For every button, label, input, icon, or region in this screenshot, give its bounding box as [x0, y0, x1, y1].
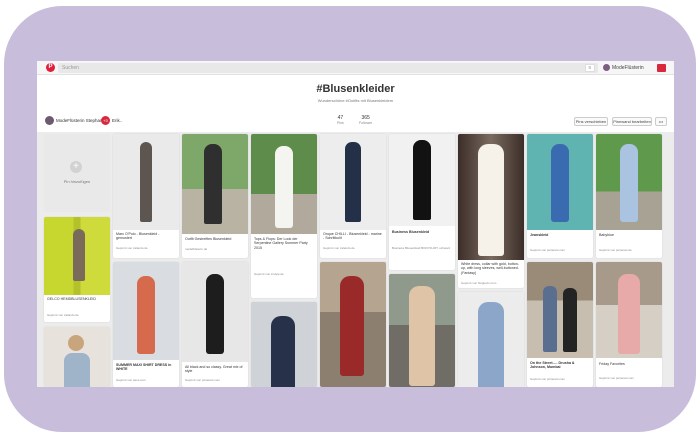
board-collaborator[interactable]: +3 Erik.. [101, 116, 122, 126]
search-input[interactable]: Suchen [58, 63, 598, 73]
pin-card[interactable] [320, 262, 386, 387]
pin-caption: Babyblue [599, 233, 614, 237]
board-title: #Blusenkleider [316, 83, 395, 95]
pins-count[interactable]: 47 Pins [337, 115, 344, 125]
followers-count-label: Follower [359, 121, 373, 125]
menu-icon[interactable]: ≡ [585, 64, 595, 72]
pin-card[interactable]: Friday Favorites Gepinnt von pinterest.c… [596, 262, 662, 387]
pin-caption: Marc O'Polo - Blusenkleid - gemustert [116, 232, 160, 241]
pin-caption: Friday Favorites [599, 362, 625, 366]
pin-card[interactable]: Tops & Flops: Der Look der Serpentine Ga… [251, 134, 317, 298]
pin-source: Gepinnt von pinterest.com [185, 378, 221, 382]
board-owner[interactable]: ModeFlüsterin Stephanie [45, 116, 106, 126]
pin-figure [340, 276, 364, 376]
user-profile-link[interactable]: ModeFlüsterin [603, 63, 644, 73]
board-description: Wunderschöne #Outfits mit Blusenkleidern [317, 98, 394, 103]
pin-image [527, 262, 593, 358]
top-bar: P Suchen ≡ ModeFlüsterin [37, 61, 674, 75]
pin-source: Gepinnt von bloglovin.com [461, 281, 497, 285]
pin-source: Gepinnt von pinterest.com [530, 248, 566, 252]
pin-figure [68, 335, 84, 351]
pin-figure [563, 288, 577, 352]
pin-source: Gepinnt von zalando.de [323, 246, 355, 250]
pin-source: Gepinnt von pinterest.com [599, 376, 635, 380]
owner-name: ModeFlüsterin Stephanie [56, 118, 107, 123]
pin-caption: Onque CHILLI - Blusenkleid - marine - Sc… [323, 232, 382, 241]
pin-grid: + Pin hinzufügen GELCO HEMDBLUSENKLEID G… [37, 132, 674, 387]
pin-figure [409, 286, 435, 386]
browser-screen: P Suchen ≡ ModeFlüsterin #Blusenkleider … [37, 61, 674, 387]
screenshot-frame: P Suchen ≡ ModeFlüsterin #Blusenkleider … [4, 6, 696, 432]
pin-figure [618, 274, 640, 354]
pin-figure [73, 229, 85, 281]
pin-source: Gepinnt von zalando.de [116, 246, 148, 250]
pin-figure [345, 142, 361, 222]
pin-source: modeflüsterin.de [185, 247, 208, 251]
pin-figure [206, 274, 224, 354]
add-pin-label: Pin hinzufügen [63, 179, 91, 184]
pin-figure [275, 146, 293, 228]
pin-source: Gepinnt von zalando.de [47, 313, 79, 317]
pin-caption: On the Street..... Drusha & Johnson, Mum… [530, 361, 575, 370]
pin-caption: All black and so classy. Great mix of st… [185, 365, 243, 374]
move-pins-button[interactable]: Pins verschieben [574, 117, 608, 126]
collaborator-name: Erik.. [112, 118, 123, 123]
pin-figure [137, 276, 155, 354]
plus-icon: + [70, 161, 82, 173]
edit-board-button[interactable]: Pinnwand bearbeiten [612, 117, 652, 126]
pin-card[interactable] [389, 274, 455, 387]
pin-figure [551, 144, 569, 222]
avatar [603, 64, 610, 72]
pin-figure [64, 353, 90, 387]
pin-caption: Outfit Gestreiftes Blusenkleid [185, 237, 232, 241]
pin-card[interactable]: White dress, collar with gold, button-up… [458, 134, 524, 288]
pin-figure [620, 144, 638, 222]
pin-caption: Tops & Flops: Der Look der Serpentine Ga… [254, 237, 308, 250]
followers-count[interactable]: 365 Follower [359, 115, 372, 125]
owner-avatar [45, 116, 54, 126]
pin-card[interactable]: Onque CHILLI - Blusenkleid - marine - Sc… [320, 134, 386, 258]
pin-card[interactable]: On the Street..... Drusha & Johnson, Mum… [527, 262, 593, 387]
pin-figure [478, 302, 504, 387]
collaborator-avatar: +3 [101, 116, 110, 126]
pin-caption: Jeanskleid [530, 233, 549, 237]
pin-figure [271, 316, 295, 387]
pin-source: Gepinnt von pinterest.de [599, 248, 632, 252]
pin-card[interactable] [44, 327, 110, 387]
pin-card[interactable]: Outfit Gestreiftes Blusenkleid modeflüst… [182, 134, 248, 258]
notifications-icon[interactable] [657, 64, 666, 72]
pin-card[interactable]: Business Blusenkleid Business Blusenklei… [389, 134, 455, 270]
pin-card[interactable]: Babyblue Gepinnt von pinterest.de [596, 134, 662, 258]
pin-caption: SUMMER MAXI SHIRT DRESS in WHITE [116, 363, 172, 372]
pins-count-label: Pins [337, 121, 344, 125]
pin-card[interactable] [251, 302, 317, 387]
user-name: ModeFlüsterin [612, 65, 644, 71]
pin-figure [543, 286, 557, 352]
pin-figure [478, 144, 504, 256]
pin-source: Gepinnt von pinterest.com [530, 377, 566, 381]
pin-card[interactable]: GELCO HEMDBLUSENKLEID Gepinnt von zaland… [44, 217, 110, 322]
pin-figure [413, 140, 431, 220]
pin-card[interactable] [458, 292, 524, 387]
pin-caption: White dress, collar with gold, button-up… [461, 262, 519, 275]
pin-card[interactable]: Marc O'Polo - Blusenkleid - gemustert Ge… [113, 134, 179, 258]
pin-caption: Business Blusenkleid [392, 230, 430, 234]
more-options-button[interactable]: ••• [655, 117, 667, 126]
pin-source: Gepinnt von asos.com [116, 378, 146, 382]
add-pin-button[interactable]: + Pin hinzufügen [44, 134, 110, 212]
pinterest-logo-icon[interactable]: P [46, 63, 55, 72]
pin-card[interactable]: Jeanskleid Gepinnt von pinterest.com [527, 134, 593, 258]
pin-source: Business Blusenkleid BODYFLIRT, schwarz [392, 246, 451, 250]
pin-card[interactable]: SUMMER MAXI SHIRT DRESS in WHITE Gepinnt… [113, 262, 179, 387]
pin-figure [204, 144, 222, 224]
pin-card[interactable]: All black and so classy. Great mix of st… [182, 262, 248, 387]
pin-caption: GELCO HEMDBLUSENKLEID [47, 297, 96, 301]
pin-figure [140, 142, 152, 222]
pin-source: Gepinnt von instyle.de [254, 272, 284, 276]
